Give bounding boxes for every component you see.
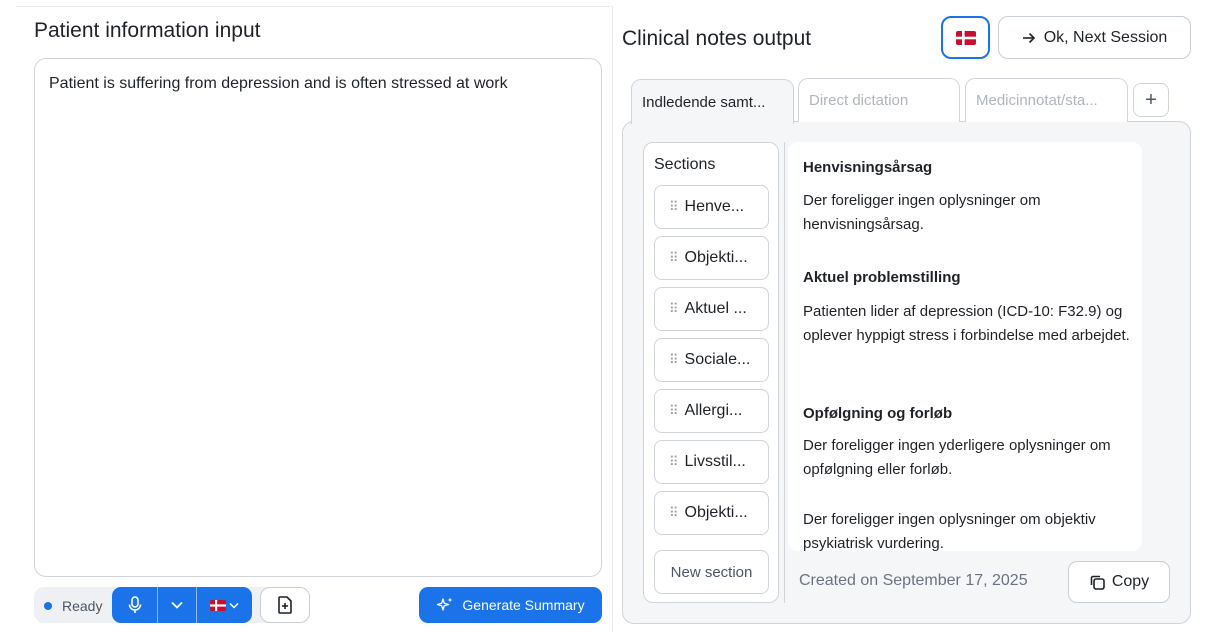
generate-summary-button[interactable]: Generate Summary — [419, 587, 602, 623]
sections-sidebar: Sections ⠿ Henve... ⠿ Objekti... ⠿ Aktue… — [643, 142, 779, 603]
section-label: Livsstil... — [684, 453, 746, 470]
note-paragraph: Der foreligger ingen oplysninger om henv… — [803, 192, 1041, 233]
tab-indledende-samtale[interactable]: Indledende samt... — [631, 79, 794, 124]
patient-input-title: Patient information input — [34, 19, 261, 42]
sections-title: Sections — [654, 156, 716, 173]
section-label: Objekti... — [684, 249, 748, 266]
chevron-down-icon — [229, 602, 239, 608]
panel-divider — [612, 6, 613, 632]
copy-icon — [1090, 575, 1105, 590]
note-paragraph: Der foreligger ingen yderligere oplysnin… — [803, 437, 1111, 478]
patient-info-text: Patient is suffering from depression and… — [49, 75, 508, 92]
section-item[interactable]: ⠿ Objekti... — [654, 491, 769, 535]
arrow-right-icon — [1022, 32, 1035, 43]
clinical-notes-title: Clinical notes output — [622, 27, 812, 50]
drag-handle-icon[interactable]: ⠿ — [669, 454, 678, 470]
output-language-button[interactable] — [941, 16, 990, 59]
note-heading: Henvisningsårsag — [803, 159, 933, 176]
note-paragraph: Der foreligger ingen oplysninger om obje… — [803, 511, 1096, 551]
next-session-label: Ok, Next Session — [1043, 28, 1168, 46]
microphone-button[interactable] — [112, 587, 158, 623]
add-tab-button[interactable]: + — [1133, 83, 1169, 117]
patient-input-panel: Patient information input Patient is suf… — [16, 6, 610, 632]
tab-direct-dictation[interactable]: Direct dictation — [798, 78, 960, 122]
input-language-select[interactable] — [197, 587, 252, 623]
section-item[interactable]: ⠿ Henve... — [654, 185, 769, 229]
section-item[interactable]: ⠿ Objekti... — [654, 236, 769, 280]
section-label: Henve... — [684, 198, 745, 215]
copy-label: Copy — [1111, 573, 1150, 590]
file-plus-icon — [278, 596, 292, 614]
mic-options-dropdown[interactable] — [158, 587, 197, 623]
drag-handle-icon[interactable]: ⠿ — [669, 199, 678, 215]
section-label: Sociale... — [684, 351, 751, 368]
created-date: Created on September 17, 2025 — [799, 572, 1028, 589]
section-label: Aktuel ... — [684, 300, 747, 317]
danish-flag-icon — [210, 599, 226, 611]
note-paragraph: Patienten lider af depression (ICD-10: F… — [803, 303, 1130, 344]
microphone-icon — [128, 596, 141, 613]
section-item[interactable]: ⠿ Aktuel ... — [654, 287, 769, 331]
note-heading: Aktuel problemstilling — [803, 269, 961, 286]
drag-handle-icon[interactable]: ⠿ — [669, 301, 678, 317]
content-divider — [784, 142, 785, 603]
patient-info-textarea[interactable]: Patient is suffering from depression and… — [34, 58, 602, 577]
drag-handle-icon[interactable]: ⠿ — [669, 250, 678, 266]
drag-handle-icon[interactable]: ⠿ — [669, 403, 678, 419]
sparkles-icon — [437, 597, 453, 611]
chevron-down-icon — [171, 601, 183, 609]
note-heading: Opfølgning og forløb — [803, 405, 953, 422]
copy-button[interactable]: Copy — [1068, 561, 1170, 603]
generate-summary-label: Generate Summary — [462, 597, 585, 613]
section-item[interactable]: ⠿ Sociale... — [654, 338, 769, 382]
section-item[interactable]: ⠿ Livsstil... — [654, 440, 769, 484]
drag-handle-icon[interactable]: ⠿ — [669, 505, 678, 521]
recording-controls — [112, 587, 252, 623]
input-toolbar: Ready Generate Summary — [34, 585, 602, 627]
clinical-note-content[interactable]: Henvisningsårsag Der foreligger ingen op… — [788, 142, 1142, 551]
add-document-button[interactable] — [260, 587, 310, 623]
danish-flag-icon — [955, 30, 976, 45]
new-section-button[interactable]: New section — [654, 550, 769, 594]
section-label: Allergi... — [684, 402, 743, 419]
section-label: Objekti... — [684, 504, 748, 521]
tab-medicinnotat[interactable]: Medicinnotat/sta... — [965, 78, 1128, 122]
app-root: Patient information input Patient is suf… — [0, 0, 1210, 636]
drag-handle-icon[interactable]: ⠿ — [669, 352, 678, 368]
status-dot-icon — [44, 602, 52, 610]
next-session-button[interactable]: Ok, Next Session — [998, 16, 1191, 59]
status-label: Ready — [62, 598, 103, 614]
section-item[interactable]: ⠿ Allergi... — [654, 389, 769, 433]
